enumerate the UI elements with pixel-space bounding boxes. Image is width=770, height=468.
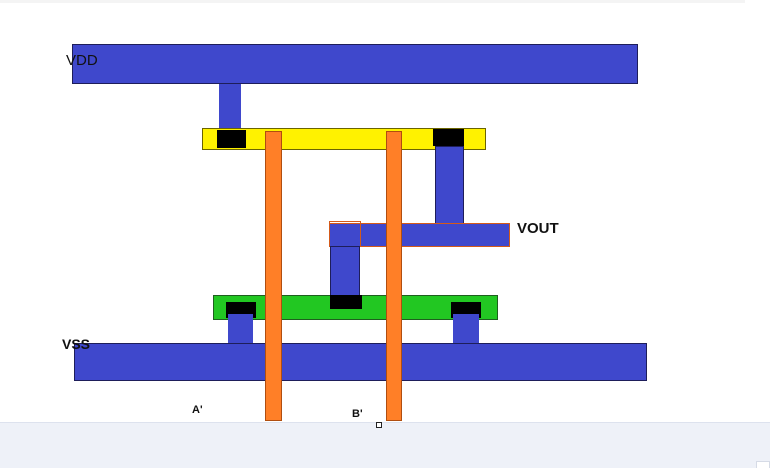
pmos-drain-strap[interactable] — [435, 146, 464, 224]
vss-label: VSS — [62, 336, 91, 352]
nmos-drain-strap[interactable] — [330, 246, 360, 298]
vss-rail[interactable] — [74, 343, 647, 381]
vdd-rail[interactable] — [72, 44, 638, 84]
vdd-label: VDD — [66, 52, 98, 69]
vout-via-outline — [329, 221, 361, 247]
vss-via-strap-right[interactable] — [453, 314, 479, 346]
layout-canvas: VDD VOUT VSS A' B' — [0, 0, 770, 468]
top-strip — [0, 0, 745, 3]
vss-via-strap-left[interactable] — [228, 314, 253, 346]
status-bar — [0, 422, 770, 468]
vdd-via-strap[interactable] — [219, 84, 241, 132]
poly-gate-b[interactable] — [386, 131, 402, 421]
pmos-source-contact — [217, 130, 246, 148]
vout-label: VOUT — [517, 220, 559, 237]
resize-grip-icon[interactable] — [756, 461, 770, 468]
pmos-drain-contact — [433, 129, 464, 146]
nmos-drain-contact — [330, 295, 362, 309]
input-b-label: B' — [352, 408, 363, 420]
selection-handle[interactable] — [376, 422, 382, 428]
input-a-label: A' — [192, 404, 203, 416]
poly-gate-a[interactable] — [265, 131, 282, 421]
